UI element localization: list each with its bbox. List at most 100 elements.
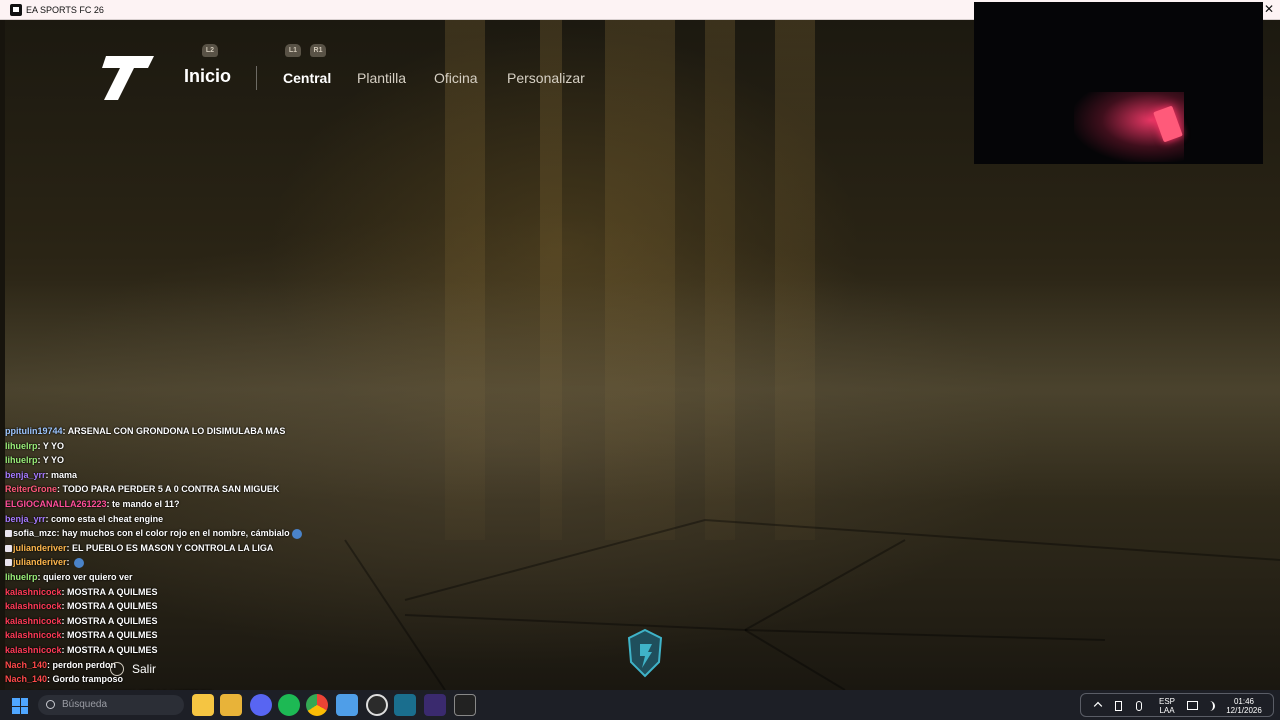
nav-divider [256, 66, 257, 90]
chat-username[interactable]: Nach_140 [5, 660, 47, 670]
club-crest-icon [627, 628, 663, 678]
chat-text: MOSTRA A QUILMES [67, 615, 158, 626]
chat-message: ppitulin19744: ARSENAL CON GRONDONA LO D… [5, 424, 365, 439]
l1-button-icon: L1 [285, 44, 301, 57]
chat-text: te mando el 11? [112, 498, 180, 509]
usb-icon[interactable] [1115, 701, 1122, 711]
chat-text: como esta el cheat engine [51, 513, 164, 524]
chat-message: kalashnicock: MOSTRA A QUILMES [5, 585, 365, 600]
windows-start-icon[interactable] [12, 698, 28, 714]
chat-text: Y YO [42, 440, 65, 451]
chat-message: lihuelrp: quiero ver quiero ver [5, 570, 365, 585]
folder-icon[interactable] [220, 694, 242, 716]
chat-username[interactable]: sofia_mzc [13, 528, 57, 538]
chat-message: ELGIOCANALLA261223: te mando el 11? [5, 497, 365, 512]
chat-separator: : [66, 557, 73, 568]
clock[interactable]: 01:46 12/1/2026 [1221, 697, 1267, 715]
chat-username[interactable]: kalashnicock [5, 645, 62, 655]
ea-app-icon [10, 3, 22, 16]
chat-username[interactable]: ppitulin19744 [5, 426, 63, 436]
tab-oficina[interactable]: Oficina [434, 70, 478, 86]
chat-message: kalashnicock: MOSTRA A QUILMES [5, 614, 365, 629]
chat-message: Nach_140: perdon perdon [5, 658, 365, 673]
chat-message: benja_yrr: como esta el cheat engine [5, 512, 365, 527]
chat-message: julianderiver: EL PUEBLO ES MASON Y CONT… [5, 541, 365, 556]
l2-button-icon: L2 [202, 44, 218, 57]
chat-text: ARSENAL CON GRONDONA LO DISIMULABA MAS [67, 426, 286, 436]
close-icon[interactable]: ✕ [1262, 2, 1276, 16]
chrome-icon[interactable] [306, 694, 328, 716]
chat-username[interactable]: lihuelrp [5, 572, 38, 582]
exit-prompt[interactable]: Salir [110, 662, 156, 676]
stream-chat: ppitulin19744: ARSENAL CON GRONDONA LO D… [5, 424, 365, 716]
chat-username[interactable]: julianderiver [13, 543, 67, 553]
chat-badge-icon [5, 559, 12, 567]
chat-text: quiero ver quiero ver [43, 571, 133, 582]
chat-text: MOSTRA A QUILMES [67, 586, 158, 597]
chat-username[interactable]: benja_yrr [5, 514, 46, 524]
emoji-icon [74, 557, 85, 568]
chat-username[interactable]: ELGIOCANALLA261223 [5, 499, 107, 509]
chat-message: kalashnicock: MOSTRA A QUILMES [5, 643, 365, 658]
chat-text: MOSTRA A QUILMES [67, 630, 158, 641]
emoji-icon [291, 528, 302, 539]
chat-username[interactable]: kalashnicock [5, 601, 62, 611]
file-explorer-icon[interactable] [192, 694, 214, 716]
obs-icon[interactable] [366, 694, 388, 716]
app-icon[interactable] [394, 694, 416, 716]
chat-text: TODO PARA PERDER 5 A 0 CONTRA SAN MIGUEK [62, 484, 280, 495]
discord-icon[interactable] [250, 694, 272, 716]
taskbar-search[interactable]: Búsqueda [38, 695, 184, 715]
exit-label: Salir [132, 662, 157, 676]
chat-username[interactable]: kalashnicock [5, 630, 62, 640]
ea-sports-fc-logo [102, 56, 154, 100]
network-icon[interactable] [1187, 701, 1198, 710]
chat-text: mama [51, 469, 78, 480]
tab-plantilla[interactable]: Plantilla [357, 70, 406, 86]
windows-taskbar: Búsqueda ESP LAA 01:46 12/1/2026 [0, 690, 1280, 720]
chat-username[interactable]: ReiterGrone [5, 484, 57, 494]
volume-icon[interactable] [1205, 701, 1215, 711]
chat-message: lihuelrp: Y YO [5, 453, 365, 468]
chat-username[interactable]: lihuelrp [5, 441, 38, 451]
spotify-icon[interactable] [278, 694, 300, 716]
chat-message: julianderiver: [5, 555, 365, 570]
chevron-up-icon[interactable] [1093, 701, 1103, 711]
chat-username[interactable]: Nach_140 [5, 674, 47, 684]
system-tray: ESP LAA 01:46 12/1/2026 [1080, 693, 1274, 717]
search-icon [46, 700, 55, 709]
chat-username[interactable]: benja_yrr [5, 470, 46, 480]
chat-username[interactable]: kalashnicock [5, 616, 62, 626]
nav-home[interactable]: Inicio [184, 66, 231, 87]
chat-text: MOSTRA A QUILMES [67, 644, 158, 655]
chat-message: lihuelrp: Y YO [5, 439, 365, 454]
chat-username[interactable]: kalashnicock [5, 587, 62, 597]
chat-username[interactable]: julianderiver [13, 557, 67, 567]
microphone-icon[interactable] [1136, 701, 1142, 711]
chat-message: kalashnicock: MOSTRA A QUILMES [5, 599, 365, 614]
search-placeholder: Búsqueda [62, 699, 108, 710]
chat-message: kalashnicock: MOSTRA A QUILMES [5, 628, 365, 643]
circle-button-icon [110, 662, 124, 676]
notepad-icon[interactable] [336, 694, 358, 716]
chat-message: sofia_mzc: hay muchos con el color rojo … [5, 526, 365, 541]
chat-message: benja_yrr: mama [5, 468, 365, 483]
chat-text: hay muchos con el color rojo en el nombr… [62, 528, 290, 539]
chat-message: Nach_140: Gordo tramposo [5, 672, 365, 687]
r1-button-icon: R1 [310, 44, 326, 57]
chat-badge-icon [5, 544, 12, 552]
tab-central[interactable]: Central [283, 70, 331, 86]
chat-badge-icon [5, 530, 12, 538]
webcam-overlay [974, 2, 1263, 164]
language-indicator[interactable]: ESP LAA [1157, 697, 1177, 715]
chat-text: Y YO [42, 455, 65, 466]
chat-text: MOSTRA A QUILMES [67, 601, 158, 612]
window-title: EA SPORTS FC 26 [26, 4, 104, 15]
chat-message: ReiterGrone: TODO PARA PERDER 5 A 0 CONT… [5, 482, 365, 497]
tab-personalizar[interactable]: Personalizar [507, 70, 585, 86]
chat-username[interactable]: lihuelrp [5, 455, 38, 465]
chat-text: EL PUEBLO ES MASON Y CONTROLA LA LIGA [72, 542, 274, 553]
chat-text: perdon perdon [52, 659, 117, 670]
mm-icon[interactable] [424, 694, 446, 716]
ea-sports-icon[interactable] [454, 694, 476, 716]
